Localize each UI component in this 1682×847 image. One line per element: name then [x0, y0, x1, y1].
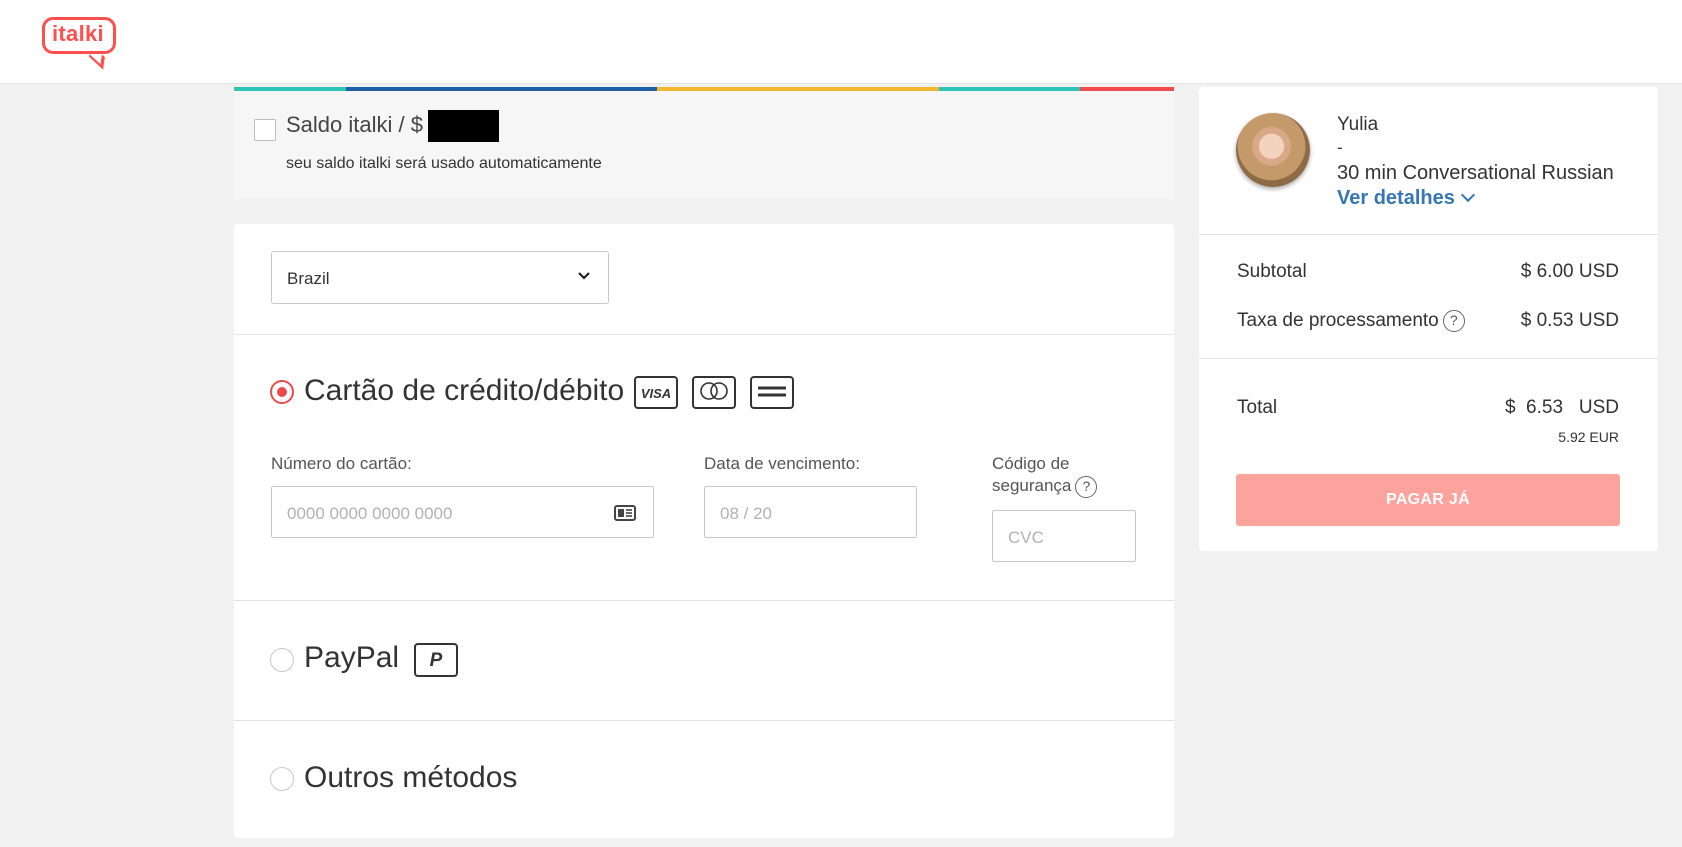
divider [234, 600, 1174, 601]
cvc-input[interactable]: CVC [992, 510, 1136, 562]
card-method-radio[interactable] [270, 380, 294, 404]
tutor-avatar [1236, 113, 1310, 187]
expiry-placeholder: 08 / 20 [720, 504, 772, 523]
id-card-icon [614, 505, 636, 521]
card-number-label: Número do cartão: [271, 454, 412, 473]
lesson-description: 30 min Conversational Russian [1337, 162, 1614, 184]
card-method-label: Cartão de crédito/débito [304, 374, 625, 407]
logo-text: italki [52, 21, 104, 46]
cvc-label-text: segurança [992, 476, 1072, 495]
divider [1199, 358, 1658, 359]
country-select[interactable]: Brazil [271, 251, 609, 304]
paypal-icon: P [414, 643, 458, 677]
mastercard-icon [692, 376, 736, 409]
summary-separator: - [1337, 138, 1343, 157]
total-eur: 5.92 EUR [1558, 429, 1619, 445]
tutor-name: Yulia [1337, 114, 1379, 135]
cvc-label-line-1: Código de [992, 454, 1070, 473]
rainbow-strip [234, 87, 1174, 91]
amex-lines-icon [758, 386, 786, 397]
italki-logo[interactable]: italki [40, 14, 120, 70]
balance-note: seu saldo italki será usado automaticame… [286, 155, 602, 172]
help-icon[interactable]: ? [1442, 310, 1465, 332]
expiry-input[interactable]: 08 / 20 [704, 486, 917, 538]
divider [234, 720, 1174, 721]
top-bar: italki [0, 0, 1682, 84]
cvc-placeholder: CVC [1008, 528, 1044, 547]
total-label: Total [1237, 397, 1278, 418]
fee-label: Taxa de processamento [1237, 310, 1439, 332]
chevron-down-icon [1460, 187, 1475, 203]
paypal-method-label: PayPal [304, 641, 400, 674]
subtotal-value: $ 6.00 USD [1520, 261, 1619, 282]
chevron-down-icon [578, 272, 590, 280]
country-select-value: Brazil [287, 269, 330, 288]
other-method-radio[interactable] [270, 767, 294, 791]
paypal-icon-letter: P [429, 650, 443, 671]
paypal-method-radio[interactable] [270, 648, 294, 672]
balance-label: Saldo italki / $ [286, 112, 423, 137]
fee-label-row: Taxa de processamento? [1237, 310, 1465, 332]
divider [1199, 234, 1658, 235]
fee-value: $ 0.53 USD [1520, 310, 1619, 331]
balance-checkbox[interactable] [254, 119, 276, 141]
redacted-balance-amount [428, 110, 499, 142]
card-number-placeholder: 0000 0000 0000 0000 [287, 504, 453, 523]
help-icon[interactable]: ? [1075, 475, 1098, 498]
total-value: $ 6.53 USD [1504, 397, 1619, 418]
amex-icon [750, 376, 794, 409]
pay-now-button[interactable]: PAGAR JÁ [1236, 474, 1620, 526]
view-details-link[interactable]: Ver detalhes [1337, 187, 1475, 210]
subtotal-label: Subtotal [1237, 261, 1307, 282]
balance-card [234, 87, 1174, 199]
card-number-input[interactable]: 0000 0000 0000 0000 [271, 486, 654, 538]
view-details-text: Ver detalhes [1337, 187, 1455, 209]
mastercard-circles-icon [700, 382, 728, 400]
visa-icon: VISA [634, 376, 678, 409]
divider [234, 334, 1174, 335]
cvc-label-line-2: segurança? [992, 475, 1098, 498]
expiry-label: Data de vencimento: [704, 454, 860, 473]
other-method-label: Outros métodos [304, 761, 518, 794]
